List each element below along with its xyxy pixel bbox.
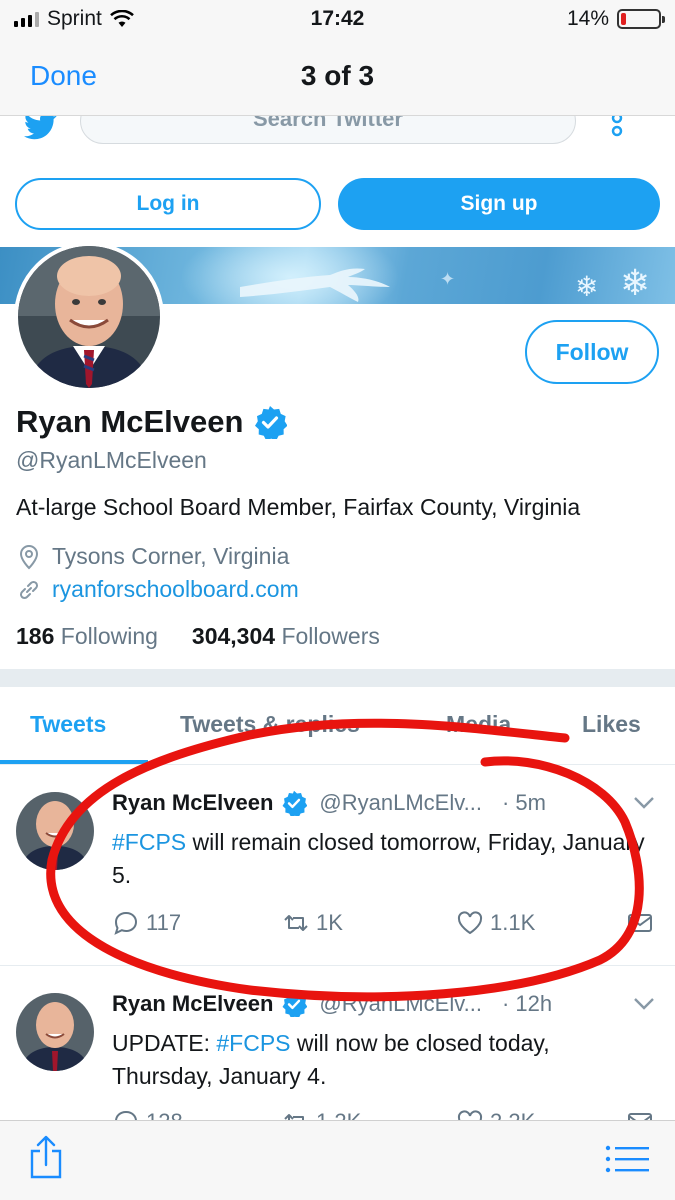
hashtag-link[interactable]: #FCPS	[216, 1030, 290, 1056]
profile-handle: @RyanLMcElveen	[16, 447, 207, 473]
verified-badge-icon	[282, 790, 308, 816]
reply-count: 117	[146, 910, 182, 935]
tab-tweets-and-replies[interactable]: Tweets & replies	[180, 711, 360, 738]
tweet-author-name[interactable]: Ryan McElveen	[112, 991, 273, 1017]
following-stat[interactable]: 186 Following	[16, 623, 158, 650]
profile-website: ryanforschoolboard.com	[16, 576, 299, 603]
tweet-avatar-photo	[16, 993, 94, 1071]
tweet-avatar-photo	[16, 792, 94, 870]
tweet-author-handle: @RyanLMcElv...	[319, 991, 482, 1016]
battery-icon	[617, 9, 665, 29]
retweet-count: 1K	[316, 910, 343, 935]
profile-stats: 186 Following 304,304 Followers	[16, 623, 380, 650]
tweet-text-prefix: UPDATE:	[112, 1030, 217, 1056]
like-button[interactable]: 1.1K	[456, 909, 535, 937]
profile-tabs: Tweets Tweets & replies Media Likes	[0, 687, 675, 765]
tweet-avatar[interactable]	[16, 792, 94, 870]
envelope-icon	[628, 914, 652, 932]
verified-badge-icon	[282, 991, 308, 1017]
page-counter-title: 3 of 3	[300, 60, 375, 91]
section-divider	[0, 669, 675, 687]
location-pin-icon	[19, 544, 39, 569]
tweet-text: UPDATE: #FCPS will now be closed today, …	[112, 1027, 652, 1093]
battery-level	[621, 13, 626, 25]
tweet-header: Ryan McElveen @RyanLMcElv... · 12h	[112, 991, 657, 1017]
followers-count: 304,304	[191, 623, 276, 649]
tweet-timestamp[interactable]: · 12h	[502, 991, 552, 1017]
more-options-icon[interactable]	[610, 112, 624, 140]
snowflake-icon: ✦	[440, 269, 456, 289]
verified-badge-icon	[255, 406, 288, 439]
tab-tweets[interactable]: Tweets	[30, 711, 106, 738]
profile-name: Ryan McElveen	[16, 404, 288, 440]
retweet-icon	[284, 915, 308, 931]
sign-up-button[interactable]: Sign up	[338, 178, 660, 230]
chevron-down-icon[interactable]	[633, 796, 655, 810]
tweet-text-body: will remain closed tomorrow, Friday, Jan…	[112, 829, 645, 888]
bottom-toolbar	[0, 1120, 675, 1200]
snowflake-icon: ❄	[575, 271, 599, 302]
tweet-timestamp[interactable]: · 5m	[502, 790, 546, 816]
profile-photo	[18, 246, 160, 388]
follow-button[interactable]: Follow	[525, 320, 659, 384]
tweet-item[interactable]: Ryan McElveen @RyanLMcElv... · 12h UPDAT…	[0, 967, 675, 1134]
top-bar: Sprint 17:42 14% Done 3 of 3	[0, 0, 675, 116]
tab-likes[interactable]: Likes	[582, 711, 641, 738]
twitter-bird-icon[interactable]	[24, 112, 58, 140]
following-label: Following	[60, 623, 158, 649]
heart-icon	[457, 911, 483, 935]
tweet-text: #FCPS will remain closed tomorrow, Frida…	[112, 826, 652, 892]
profile-location: Tysons Corner, Virginia	[16, 543, 289, 570]
location-text: Tysons Corner, Virginia	[52, 543, 290, 569]
link-icon	[19, 580, 39, 599]
status-bar: Sprint 17:42 14%	[0, 0, 675, 38]
following-count: 186	[16, 623, 55, 649]
chevron-down-icon[interactable]	[633, 997, 655, 1011]
retweet-button[interactable]: 1K	[282, 909, 343, 937]
profile-bio: At-large School Board Member, Fairfax Co…	[16, 494, 581, 520]
followers-label: Followers	[281, 623, 380, 649]
tweet-avatar[interactable]	[16, 993, 94, 1071]
hashtag-link[interactable]: #FCPS	[112, 829, 186, 855]
tweet-author-handle: @RyanLMcElv...	[319, 790, 482, 815]
banner-hand-image	[240, 268, 390, 302]
snowflake-icon: ❄	[620, 262, 651, 303]
auth-buttons: Log in Sign up	[15, 178, 660, 230]
profile-avatar[interactable]	[14, 242, 164, 392]
reply-icon	[114, 911, 138, 935]
battery-percent: 14%	[566, 7, 609, 30]
active-tab-indicator	[0, 760, 148, 764]
website-link[interactable]: ryanforschoolboard.com	[52, 576, 299, 603]
reply-button[interactable]: 117	[112, 909, 181, 937]
profile-name-text: Ryan McElveen	[16, 404, 244, 439]
share-icon[interactable]	[28, 1135, 64, 1179]
followers-stat[interactable]: 304,304 Followers	[192, 623, 380, 650]
tweet-author-name[interactable]: Ryan McElveen	[112, 790, 273, 816]
tweet-item[interactable]: Ryan McElveen @RyanLMcElv... · 5m #FCPS …	[0, 766, 675, 966]
tweet-header: Ryan McElveen @RyanLMcElv... · 5m	[112, 790, 657, 816]
tab-media[interactable]: Media	[446, 711, 511, 738]
direct-message-button[interactable]	[626, 909, 654, 937]
like-count: 1.1K	[490, 910, 536, 935]
log-in-button[interactable]: Log in	[15, 178, 321, 230]
navigation-bar: Done 3 of 3	[0, 44, 675, 108]
list-icon[interactable]	[605, 1145, 649, 1173]
